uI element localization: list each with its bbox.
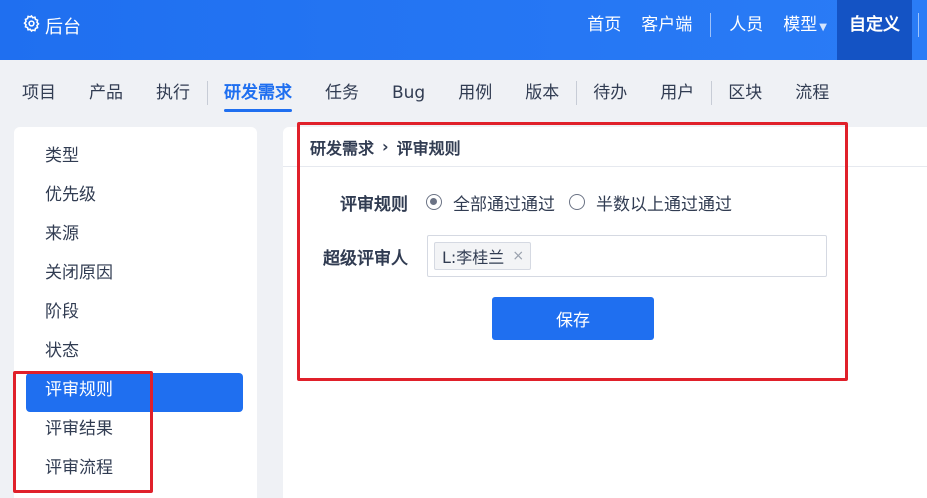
top-nav: 首页 客户端 人员 模型 ▼ 自定义 — [577, 0, 927, 60]
tab-build[interactable]: 版本 — [525, 60, 559, 120]
super-reviewer-row: 超级评审人 L:李桂兰 × — [283, 235, 827, 277]
radio-unchecked-icon — [569, 194, 585, 210]
caret-down-icon: ▼ — [819, 22, 827, 33]
tab-product[interactable]: 产品 — [89, 60, 123, 120]
nav-home[interactable]: 首页 — [577, 0, 631, 60]
sidebar-item-close-reason[interactable]: 关闭原因 — [26, 256, 243, 295]
super-reviewer-label: 超级评审人 — [323, 248, 408, 269]
breadcrumb-parent[interactable]: 研发需求 — [310, 135, 374, 159]
tab-todo[interactable]: 待办 — [593, 60, 627, 120]
save-button[interactable]: 保存 — [492, 297, 654, 340]
radio-checked-icon — [426, 194, 442, 210]
nav-people[interactable]: 人员 — [719, 0, 773, 60]
breadcrumb-current: 评审规则 — [396, 138, 461, 158]
nav-client[interactable]: 客户端 — [631, 0, 702, 60]
tab-story[interactable]: 研发需求 — [224, 60, 292, 120]
sidebar-item-review-rules[interactable]: 评审规则 — [26, 373, 243, 412]
tab-task[interactable]: 任务 — [325, 60, 359, 120]
settings-sidebar: 类型 优先级 来源 关闭原因 阶段 状态 评审规则 评审结果 评审流程 — [14, 127, 257, 498]
super-reviewer-picker[interactable]: L:李桂兰 × — [427, 235, 827, 277]
nav-custom[interactable]: 自定义 — [837, 0, 912, 60]
tab-divider — [711, 81, 713, 105]
sidebar-item-review-result[interactable]: 评审结果 — [26, 412, 243, 451]
tab-user[interactable]: 用户 — [660, 60, 694, 120]
tab-divider — [207, 81, 208, 105]
nav-model[interactable]: 模型 ▼ — [773, 0, 837, 60]
nav-divider — [918, 13, 919, 37]
tab-divider — [576, 81, 578, 105]
review-rule-label: 评审规则 — [340, 194, 408, 215]
tab-block[interactable]: 区块 — [728, 60, 762, 120]
radio-half-pass-label: 半数以上通过通过 — [596, 194, 732, 215]
module-tabs: 项目 产品 执行 研发需求 任务 Bug 用例 版本 待办 用户 区块 流程 — [0, 60, 927, 120]
tab-project[interactable]: 项目 — [22, 60, 56, 120]
tab-execution[interactable]: 执行 — [156, 60, 190, 120]
tab-testcase[interactable]: 用例 — [458, 60, 492, 120]
sidebar-item-stage[interactable]: 阶段 — [26, 295, 243, 334]
chevron-right-icon: › — [382, 137, 389, 156]
nav-model-label: 模型 — [783, 15, 818, 35]
main-panel: 研发需求 › 评审规则 评审规则 全部通过通过 半数以上通过通过 超级评审人 L… — [283, 127, 927, 498]
breadcrumb: 研发需求 › 评审规则 — [283, 127, 927, 167]
tab-flow[interactable]: 流程 — [795, 60, 829, 120]
sidebar-item-type[interactable]: 类型 — [26, 139, 243, 178]
review-rule-row: 评审规则 全部通过通过 半数以上通过通过 — [283, 189, 732, 215]
sidebar-item-source[interactable]: 来源 — [26, 217, 243, 256]
reviewer-chip: L:李桂兰 × — [434, 242, 532, 270]
gear-icon — [22, 14, 41, 38]
top-header: 后台 首页 客户端 人员 模型 ▼ 自定义 — [0, 0, 927, 60]
radio-all-pass-label: 全部通过通过 — [453, 194, 555, 215]
remove-icon[interactable]: × — [512, 248, 524, 264]
sidebar-item-status[interactable]: 状态 — [26, 334, 243, 373]
tab-bug[interactable]: Bug — [392, 60, 425, 120]
brand-label: 后台 — [45, 17, 81, 38]
radio-all-pass[interactable]: 全部通过通过 — [426, 190, 555, 215]
nav-divider — [710, 13, 712, 37]
sidebar-item-priority[interactable]: 优先级 — [26, 178, 243, 217]
admin-brand[interactable]: 后台 — [22, 14, 81, 38]
reviewer-chip-label: L:李桂兰 — [442, 248, 505, 267]
radio-half-pass[interactable]: 半数以上通过通过 — [569, 190, 732, 215]
sidebar-item-review-flow[interactable]: 评审流程 — [26, 451, 243, 490]
